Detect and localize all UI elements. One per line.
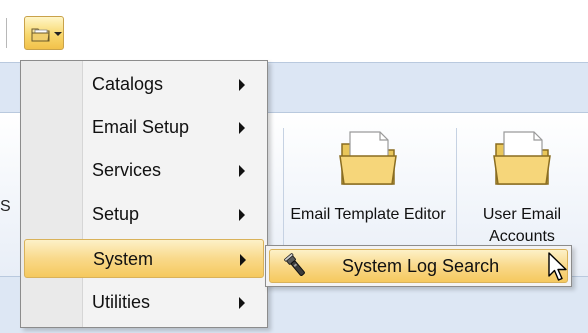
menu-item-utilities[interactable]: Utilities <box>24 283 264 322</box>
mouse-cursor-icon <box>548 252 567 281</box>
flashlight-icon <box>284 253 305 276</box>
menu-item-label: Utilities <box>92 292 151 312</box>
folder-icon <box>339 131 397 185</box>
chevron-down-icon <box>54 32 62 36</box>
email-template-editor-label: Email Template Editor <box>290 206 446 223</box>
email-template-editor-button[interactable]: Email Template Editor <box>288 112 448 262</box>
menu-item-label: System Log Search <box>342 256 500 276</box>
submenu-arrow-icon <box>239 165 245 177</box>
ribbon-separator <box>283 128 284 248</box>
ribbon-partial-label: S <box>0 198 11 215</box>
system-submenu: System Log Search <box>265 245 572 287</box>
menu-item-system-log-search[interactable]: System Log Search <box>269 249 568 283</box>
folder-icon <box>31 28 50 42</box>
menu-item-services[interactable]: Services <box>24 151 264 190</box>
submenu-arrow-icon <box>239 209 245 221</box>
menu-item-label: System <box>93 249 154 269</box>
toolbar-separator <box>6 18 7 48</box>
app-menu-button[interactable] <box>24 16 64 50</box>
ribbon-separator <box>456 128 457 248</box>
menu-item-setup[interactable]: Setup <box>24 195 264 234</box>
menu-item-email-setup[interactable]: Email Setup <box>24 108 264 147</box>
menu-item-label: Setup <box>92 204 140 224</box>
user-email-accounts-label: User Email Accounts <box>482 206 562 245</box>
menu-item-label: Services <box>92 160 162 180</box>
menu-item-label: Email Setup <box>92 117 190 137</box>
quick-access-toolbar <box>0 0 588 62</box>
submenu-arrow-icon <box>239 122 245 134</box>
folder-icon <box>493 131 551 185</box>
menu-item-label: Catalogs <box>92 74 164 94</box>
user-email-accounts-button[interactable]: User Email Accounts <box>462 112 582 262</box>
app-dropdown-menu: Catalogs Email Setup Services Setup Syst… <box>20 60 268 328</box>
menu-item-catalogs[interactable]: Catalogs <box>24 65 264 104</box>
submenu-arrow-icon <box>239 297 245 309</box>
submenu-arrow-icon <box>240 254 246 266</box>
submenu-arrow-icon <box>239 79 245 91</box>
menu-item-system[interactable]: System <box>24 239 264 278</box>
